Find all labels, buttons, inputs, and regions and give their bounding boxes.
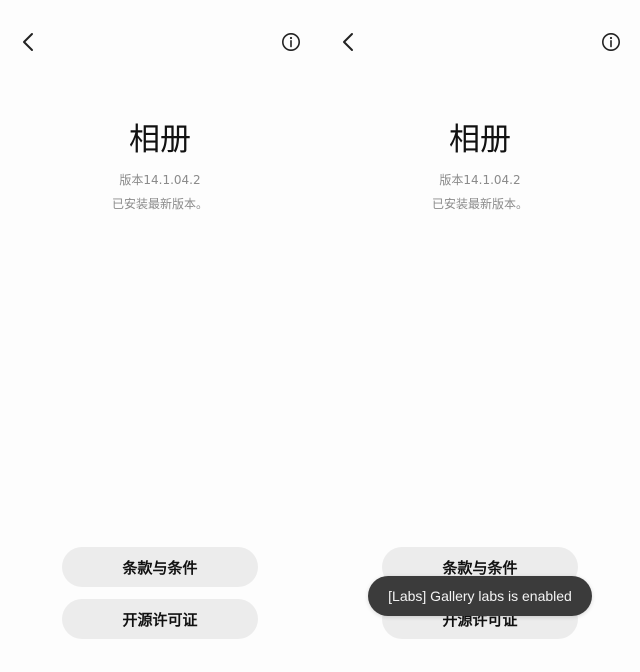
- version-text: 版本14.1.04.2: [119, 173, 201, 187]
- about-screen-right: 相册 版本14.1.04.2 已安装最新版本。 条款与条件 开源许可证: [320, 0, 640, 672]
- back-button[interactable]: [14, 28, 42, 56]
- terms-and-conditions-button[interactable]: 条款与条件: [62, 547, 258, 587]
- app-name: 相册: [449, 122, 511, 158]
- back-button[interactable]: [334, 28, 362, 56]
- version-text: 版本14.1.04.2: [439, 173, 521, 187]
- labs-enabled-toast: [Labs] Gallery labs is enabled: [368, 576, 592, 616]
- about-screen-left: 相册 版本14.1.04.2 已安装最新版本。 条款与条件 开源许可证: [0, 0, 320, 672]
- open-source-licenses-button[interactable]: 开源许可证: [62, 599, 258, 639]
- chevron-left-icon: [343, 33, 353, 51]
- info-button[interactable]: [597, 28, 625, 56]
- update-status-text: 已安装最新版本。: [431, 197, 528, 211]
- info-circle-icon: [282, 33, 300, 51]
- chevron-left-icon: [23, 33, 33, 51]
- update-status-text: 已安装最新版本。: [111, 197, 208, 211]
- info-button[interactable]: [277, 28, 305, 56]
- info-circle-icon: [602, 33, 620, 51]
- app-name: 相册: [129, 122, 191, 158]
